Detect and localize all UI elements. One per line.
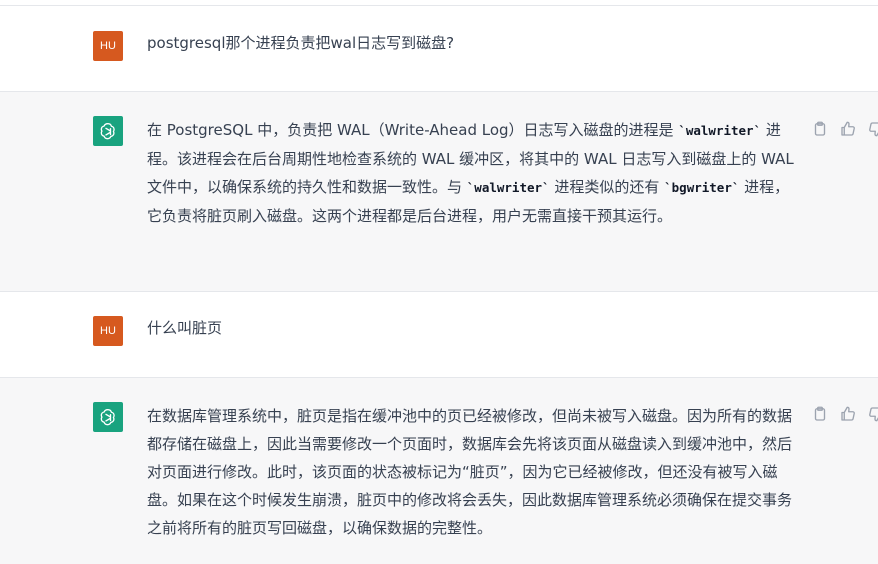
inline-code: `bgwriter` — [664, 180, 740, 195]
top-divider — [0, 0, 878, 6]
thumbs-up-icon[interactable] — [839, 120, 857, 138]
assistant-text-part: 进程类似的还有 — [549, 178, 665, 196]
inline-code: `walwriter` — [678, 123, 762, 138]
user-message-text: 什么叫脏页 — [147, 319, 223, 337]
assistant-message-2: 在数据库管理系统中，脏页是指在缓冲池中的页已经被修改，但尚未被写入磁盘。因为所有… — [0, 377, 878, 564]
user-message-text: postgresql那个进程负责把wal日志写到磁盘? — [147, 34, 455, 52]
user-avatar: HU — [93, 316, 123, 346]
user-avatar-initials: HU — [100, 325, 116, 337]
thumbs-down-icon[interactable] — [867, 120, 878, 138]
user-avatar: HU — [93, 31, 123, 61]
user-message-2: HU 什么叫脏页 — [0, 292, 878, 377]
inline-code: `walwriter` — [466, 180, 550, 195]
assistant-message-1: 在 PostgreSQL 中，负责把 WAL（Write-Ahead Log）日… — [0, 91, 878, 292]
copy-icon[interactable] — [811, 405, 829, 423]
user-avatar-initials: HU — [100, 40, 116, 52]
user-message-1: HU postgresql那个进程负责把wal日志写到磁盘? — [0, 7, 878, 91]
thumbs-up-icon[interactable] — [839, 405, 857, 423]
assistant-message-text: 在 PostgreSQL 中，负责把 WAL（Write-Ahead Log）日… — [147, 116, 799, 230]
message-actions — [811, 405, 878, 423]
thumbs-down-icon[interactable] — [867, 405, 878, 423]
assistant-text-part: 在 PostgreSQL 中，负责把 WAL（Write-Ahead Log）日… — [147, 121, 679, 139]
message-actions — [811, 120, 878, 138]
openai-logo-icon — [93, 116, 123, 146]
copy-icon[interactable] — [811, 120, 829, 138]
assistant-message-text: 在数据库管理系统中，脏页是指在缓冲池中的页已经被修改，但尚未被写入磁盘。因为所有… — [147, 407, 793, 537]
openai-logo-icon — [93, 402, 123, 432]
